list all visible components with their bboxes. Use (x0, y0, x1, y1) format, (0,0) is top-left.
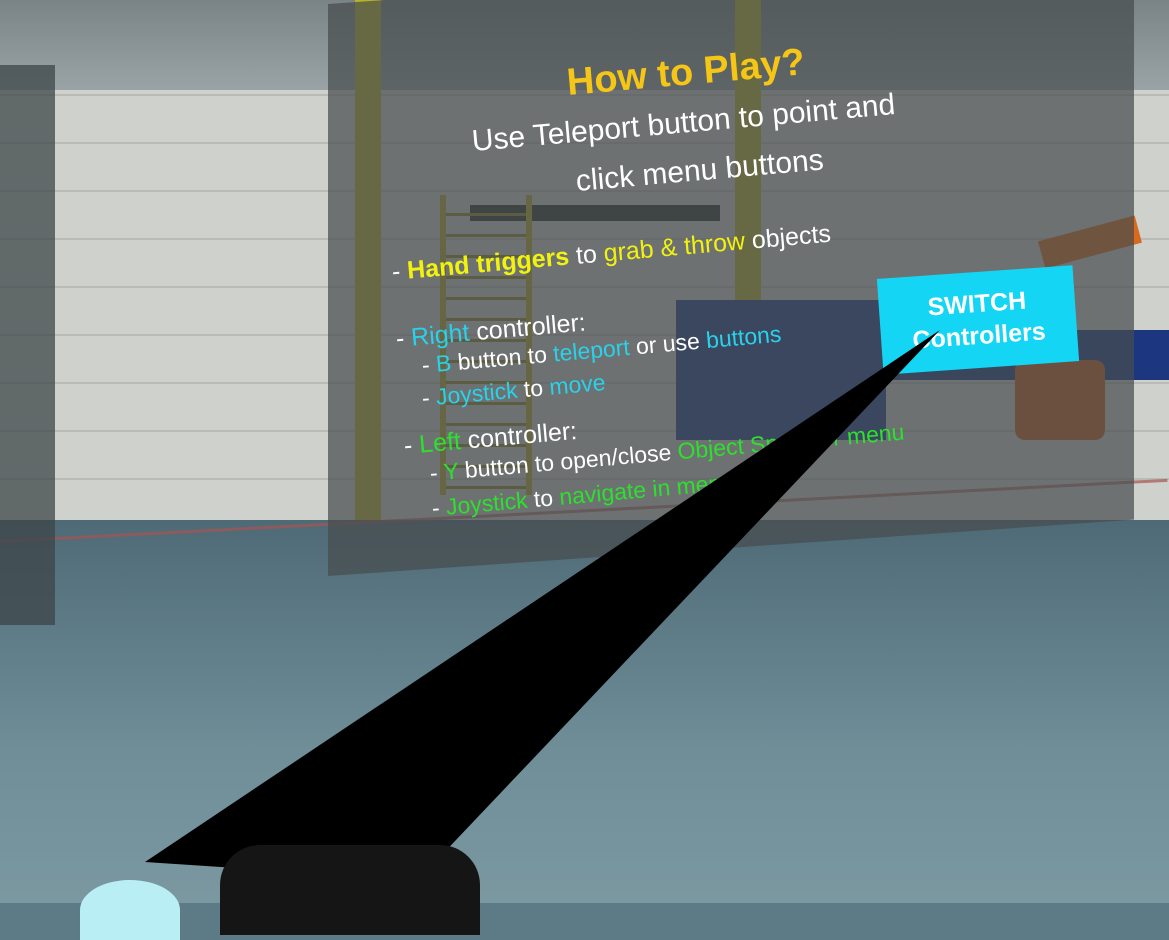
controller-glow (80, 880, 180, 940)
pointer-beam (145, 330, 940, 880)
laser-pointer (145, 330, 940, 880)
controller-hand (220, 845, 480, 935)
